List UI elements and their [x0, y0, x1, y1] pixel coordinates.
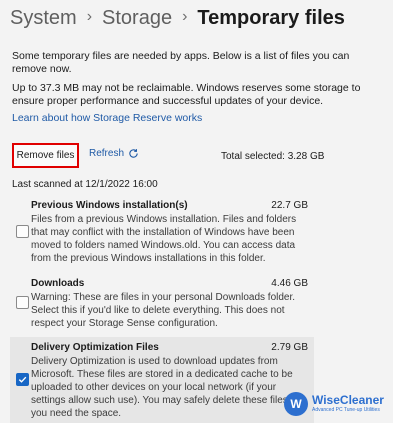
- checkbox[interactable]: [16, 373, 29, 386]
- checkbox[interactable]: [16, 296, 29, 309]
- checkbox[interactable]: [16, 225, 29, 238]
- list-item[interactable]: Downloads 4.46 GB Warning: These are fil…: [10, 272, 314, 329]
- list-item[interactable]: Delivery Optimization Files 2.79 GB Deli…: [10, 337, 314, 423]
- item-description: Delivery Optimization is used to downloa…: [31, 356, 296, 419]
- total-selected: Total selected: 3.28 GB: [221, 151, 325, 162]
- page-title: Temporary files: [197, 7, 345, 29]
- breadcrumb: System › Storage › Temporary files: [10, 4, 345, 32]
- refresh-button[interactable]: Refresh: [89, 148, 139, 159]
- item-size: 22.7 GB: [271, 200, 308, 211]
- wisecleaner-logo-icon: W: [284, 392, 308, 416]
- storage-reserve-link[interactable]: Learn about how Storage Reserve works: [12, 112, 202, 124]
- item-title: Previous Windows installation(s): [31, 200, 188, 211]
- remove-files-button[interactable]: Remove files: [12, 143, 79, 168]
- item-title: Delivery Optimization Files: [31, 342, 159, 353]
- breadcrumb-storage[interactable]: Storage: [102, 4, 172, 32]
- reserve-text: Up to 37.3 MB may not be reclaimable. Wi…: [12, 82, 361, 107]
- item-size: 4.46 GB: [271, 278, 308, 289]
- wisecleaner-watermark: W WiseCleaner Advanced PC Tune-up Utilit…: [284, 392, 384, 416]
- item-description: Files from a previous Windows installati…: [31, 214, 297, 264]
- chevron-right-icon: ›: [182, 8, 188, 25]
- breadcrumb-system[interactable]: System: [10, 4, 77, 32]
- checkmark-icon: [18, 376, 27, 383]
- item-title: Downloads: [31, 278, 85, 289]
- item-description: Warning: These are files in your persona…: [31, 292, 296, 329]
- chevron-right-icon: ›: [86, 8, 93, 25]
- watermark-tagline: Advanced PC Tune-up Utilities: [312, 407, 380, 413]
- watermark-title: WiseCleaner: [312, 393, 384, 407]
- refresh-label: Refresh: [89, 148, 125, 159]
- last-scanned: Last scanned at 12/1/2022 16:00: [12, 179, 158, 190]
- list-item[interactable]: Previous Windows installation(s) 22.7 GB…: [10, 193, 314, 264]
- item-size: 2.79 GB: [271, 342, 308, 353]
- intro-text: Some temporary files are needed by apps.…: [12, 50, 350, 75]
- refresh-icon: [129, 149, 138, 158]
